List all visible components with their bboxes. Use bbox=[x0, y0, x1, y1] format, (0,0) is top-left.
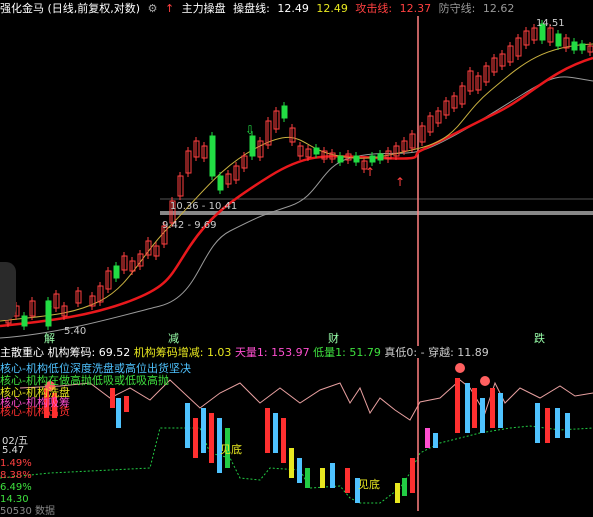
caopan-value: 12.49 bbox=[277, 2, 309, 15]
attack-label: 攻击线: bbox=[355, 2, 393, 15]
indicator-bar bbox=[565, 413, 570, 438]
range-mark-2: 9.42 - 9.69 bbox=[162, 220, 217, 231]
bottom-label-2: 见底 bbox=[358, 477, 380, 491]
range-mark-1: 10.36 - 10.41 bbox=[170, 201, 237, 212]
arrow-up-icon: ↑ bbox=[164, 2, 175, 15]
indicator-value-2: 12.49 bbox=[316, 2, 348, 15]
side-pct-1: 1.49% bbox=[0, 458, 32, 469]
indicator-bar bbox=[465, 383, 470, 433]
signal-dot bbox=[480, 376, 490, 386]
indicator-bar bbox=[425, 428, 430, 448]
indicator-bar bbox=[555, 408, 560, 438]
side-foot: 50530 数据 bbox=[0, 506, 55, 517]
candle-body bbox=[209, 135, 216, 177]
gear-icon[interactable]: ⚙ bbox=[148, 2, 158, 15]
side-pct-2: 8.38% bbox=[0, 470, 32, 481]
bottom-label-1: 见底 bbox=[220, 442, 242, 456]
candle-body bbox=[579, 43, 586, 51]
indicator-bar bbox=[345, 468, 350, 493]
attack-value: 12.37 bbox=[399, 2, 432, 15]
period-tag-3: 财 bbox=[328, 331, 339, 345]
candle-body bbox=[571, 41, 578, 51]
signal-legend-5: 核心-机构出货 bbox=[0, 405, 70, 418]
indicator-bar bbox=[535, 403, 540, 443]
candle-body bbox=[21, 315, 28, 327]
indicator-bar bbox=[395, 483, 400, 503]
indicator-bar bbox=[480, 398, 485, 433]
green-support-line bbox=[0, 425, 593, 504]
candle-body bbox=[369, 155, 376, 163]
indicator-bar bbox=[402, 478, 407, 496]
ma-red-line bbox=[0, 56, 593, 328]
candle-body bbox=[313, 147, 320, 155]
indicator-mode[interactable]: 主力操盘 bbox=[182, 2, 226, 15]
low-price-mark: 5.40 bbox=[64, 326, 86, 337]
ma-yellow-line bbox=[0, 43, 593, 322]
sub-bar-series bbox=[44, 378, 570, 503]
indicator-bar bbox=[209, 413, 214, 463]
defense-value: 12.62 bbox=[482, 2, 515, 15]
candle-body bbox=[337, 155, 344, 163]
period-tag-1: 解 bbox=[44, 331, 55, 345]
side-pct-3: 6.49% bbox=[0, 482, 32, 493]
indicator-bar bbox=[265, 408, 270, 453]
indicator-bar bbox=[433, 433, 438, 448]
candle-body bbox=[555, 33, 562, 47]
indicator-bar bbox=[320, 468, 325, 488]
indicator-bar bbox=[330, 463, 335, 488]
candle-body bbox=[113, 265, 120, 279]
candlestick-series bbox=[5, 20, 593, 330]
indicator-bar bbox=[410, 458, 415, 493]
indicator-bar bbox=[498, 393, 503, 428]
indicator-bar bbox=[201, 408, 206, 453]
candle-body bbox=[281, 105, 288, 119]
indicator-bar bbox=[193, 418, 198, 458]
up-arrow-icon: ↑ bbox=[365, 165, 375, 179]
candle-body bbox=[249, 135, 256, 157]
period-tag-4: 跌 bbox=[534, 331, 545, 345]
up-arrow-icon: ↑ bbox=[395, 175, 405, 189]
indicator-bar bbox=[116, 398, 121, 428]
down-arrow-icon: ⇩ bbox=[245, 123, 255, 137]
indicator-bar bbox=[455, 378, 460, 433]
indicator-bar bbox=[124, 396, 129, 412]
indicator-bar bbox=[110, 388, 115, 408]
indicator-bar bbox=[305, 468, 310, 488]
ma-gray-line bbox=[0, 76, 593, 339]
indicator-bar bbox=[545, 408, 550, 443]
indicator-bar bbox=[472, 388, 477, 428]
sub-chart-header: 主散重心 机构筹码: 69.52 机构筹码增减: 1.03 天量1: 153.9… bbox=[0, 344, 593, 359]
indicator-bar bbox=[297, 458, 302, 483]
high-price-mark: 14.51 bbox=[536, 18, 565, 29]
chart-header: 强化金马 (日线,前复权,对数) ⚙ ↑ 主力操盘 操盘线: 12.49 12.… bbox=[0, 0, 593, 16]
indicator-bar bbox=[273, 413, 278, 453]
side-price: 5.47 bbox=[0, 445, 27, 456]
candle-body bbox=[377, 153, 384, 161]
signal-dot bbox=[455, 363, 465, 373]
down-arrow-icon: ⇩ bbox=[44, 298, 54, 312]
indicator-bar bbox=[490, 388, 495, 428]
indicator-bar bbox=[289, 448, 294, 478]
candle-body bbox=[217, 175, 224, 191]
panel-resize-handle[interactable] bbox=[0, 262, 16, 320]
candle-body bbox=[353, 155, 360, 163]
defense-label: 防守线: bbox=[438, 2, 476, 15]
stock-title[interactable]: 强化金马 (日线,前复权,对数) bbox=[0, 2, 140, 15]
indicator-bar bbox=[281, 418, 286, 463]
indicator-bar bbox=[185, 403, 190, 448]
caopan-label: 操盘线: bbox=[233, 2, 270, 15]
main-price-chart[interactable]: 14.51 10.36 - 10.41 9.42 - 9.69 5.40 解 减… bbox=[0, 16, 593, 346]
